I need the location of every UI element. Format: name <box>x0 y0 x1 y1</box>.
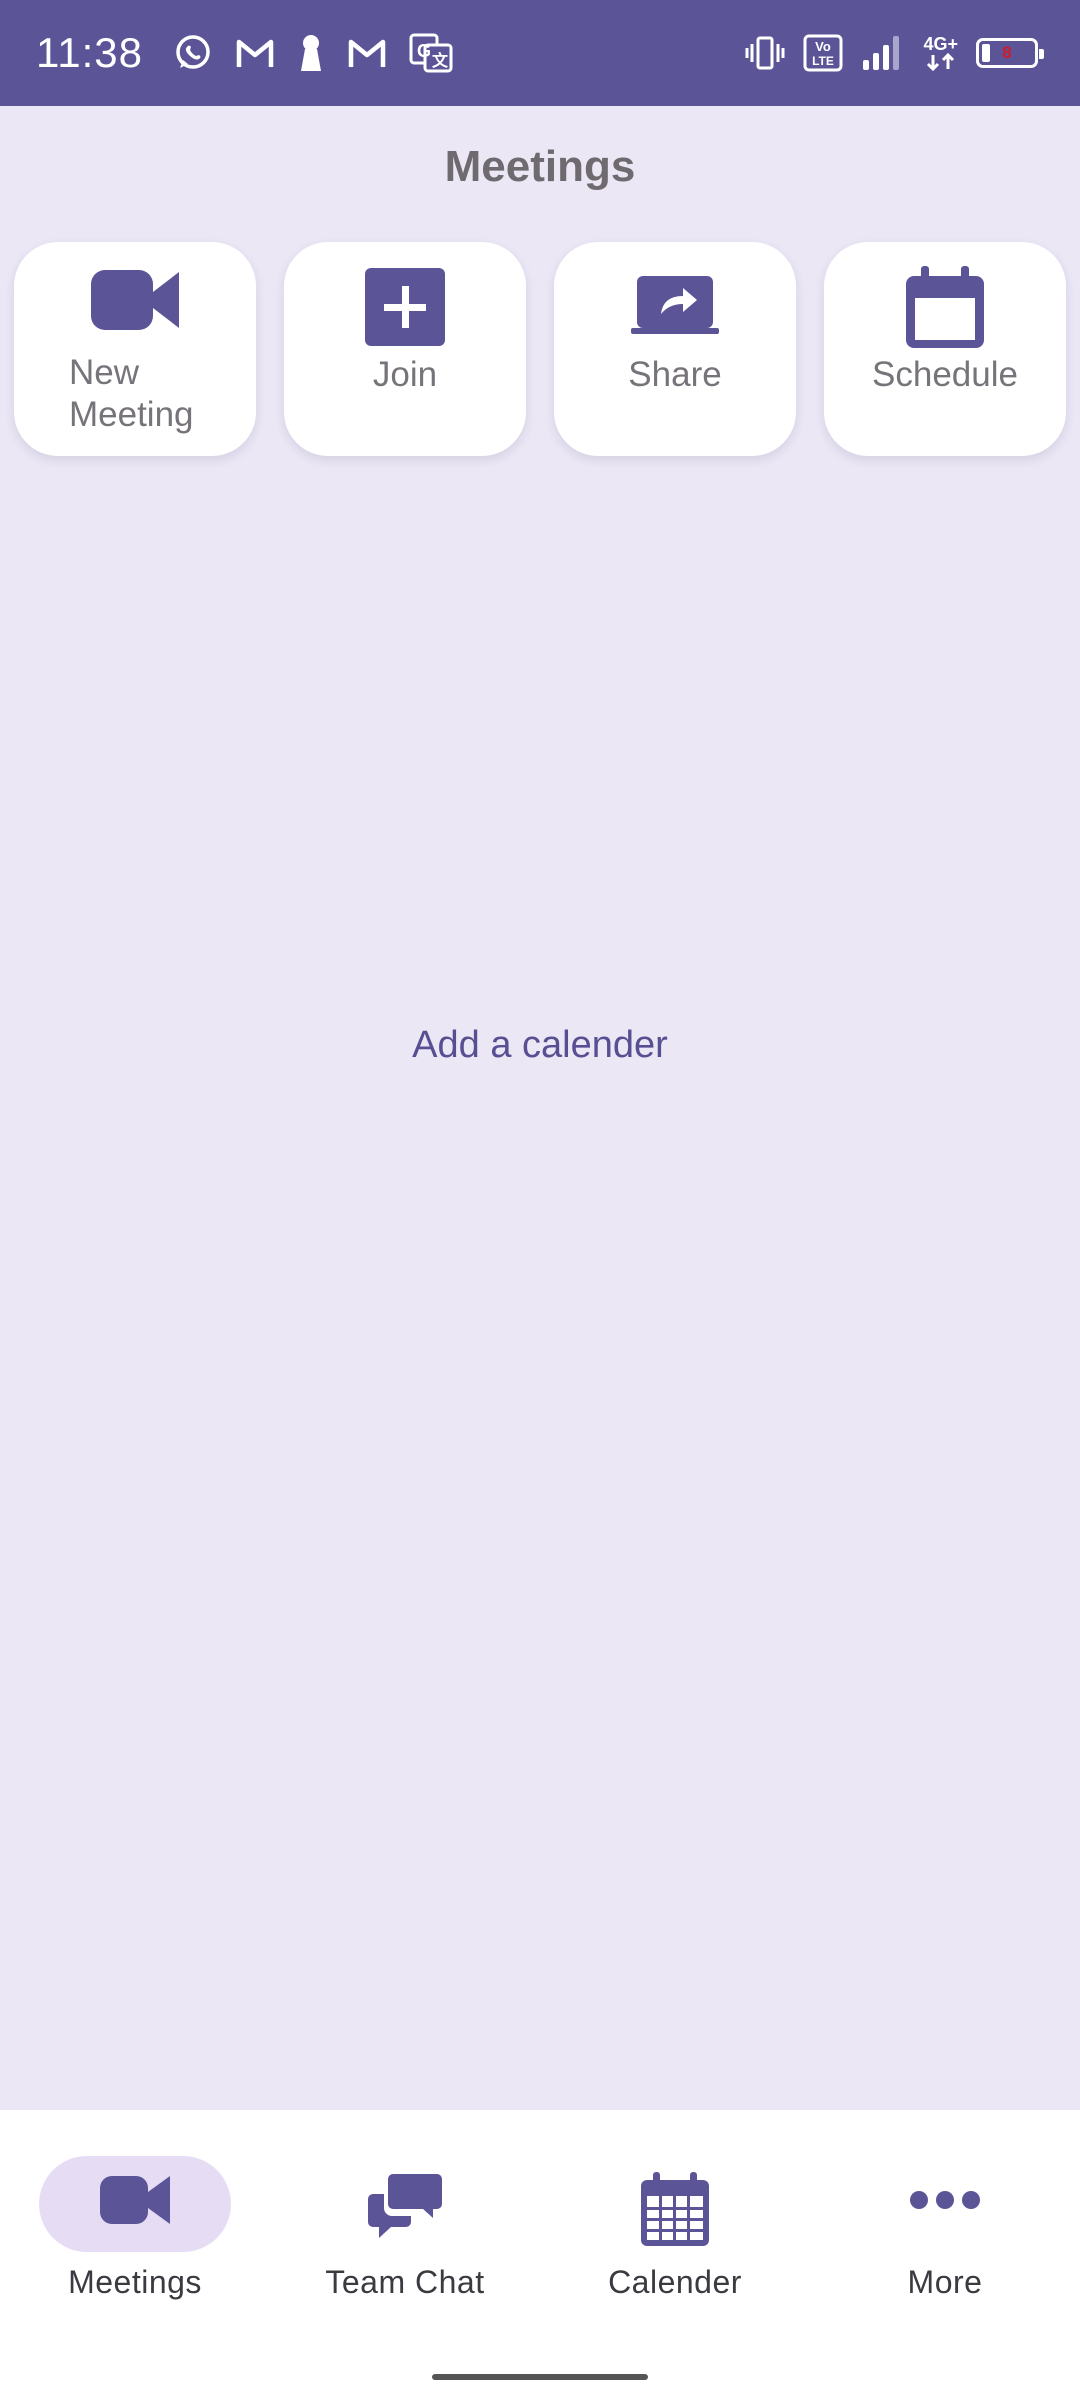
nav-item-meetings[interactable]: Meetings <box>0 2146 270 2316</box>
status-left: 11:38 G文 <box>36 29 453 77</box>
translate-icon: G文 <box>409 33 453 73</box>
status-right: Vo LTE 4G+ 8 <box>745 34 1044 72</box>
battery-icon: 8 <box>976 38 1044 68</box>
status-bar: 11:38 G文 Vo LTE 4G+ 8 <box>0 0 1080 106</box>
new-meeting-button[interactable]: New Meeting <box>14 242 256 456</box>
nav-item-calender[interactable]: Calender <box>540 2146 810 2316</box>
svg-text:文: 文 <box>432 51 449 70</box>
page-title: Meetings <box>444 142 636 191</box>
volte-icon: Vo LTE <box>803 34 843 72</box>
vibrate-icon <box>745 35 785 71</box>
svg-text:G: G <box>417 41 431 61</box>
bottom-nav: Meetings Team Chat Calender More <box>0 2110 1080 2400</box>
more-dots-icon <box>909 2188 981 2217</box>
calendar-icon <box>903 266 987 355</box>
share-screen-icon <box>629 266 721 343</box>
home-indicator[interactable] <box>432 2374 648 2380</box>
keyhole-icon <box>297 33 325 73</box>
nav-label-calender: Calender <box>608 2264 742 2300</box>
nav-item-team-chat[interactable]: Team Chat <box>270 2146 540 2316</box>
nav-item-more[interactable]: More <box>810 2146 1080 2316</box>
status-time: 11:38 <box>36 29 143 76</box>
chat-bubbles-icon <box>367 2172 443 2245</box>
share-label: Share <box>628 355 722 394</box>
nav-label-team-chat: Team Chat <box>325 2264 485 2300</box>
network-type-icon: 4G+ <box>923 35 958 71</box>
video-camera-icon <box>98 2172 172 2233</box>
plus-icon <box>365 266 445 351</box>
video-camera-icon <box>89 266 181 339</box>
nav-label-more: More <box>907 2264 983 2300</box>
gmail-icon <box>347 37 387 69</box>
signal-strength-icon <box>861 34 905 72</box>
whatsapp-icon <box>173 33 213 73</box>
add-calendar-link[interactable]: Add a calender <box>0 1024 1080 1067</box>
schedule-label: Schedule <box>872 355 1018 394</box>
network-label: 4G+ <box>923 34 958 54</box>
nav-label-meetings: Meetings <box>68 2264 202 2300</box>
join-label: Join <box>372 355 438 394</box>
svg-text:LTE: LTE <box>813 54 835 68</box>
quick-actions: New Meeting Join Share Schedule <box>14 242 1066 456</box>
join-button[interactable]: Join <box>284 242 526 456</box>
battery-level: 8 <box>1002 43 1012 62</box>
share-button[interactable]: Share <box>554 242 796 456</box>
schedule-button[interactable]: Schedule <box>824 242 1066 456</box>
gmail-icon <box>235 37 275 69</box>
svg-text:Vo: Vo <box>816 39 832 54</box>
calendar-grid-icon <box>639 2172 711 2253</box>
new-meeting-label: New Meeting <box>69 353 194 434</box>
